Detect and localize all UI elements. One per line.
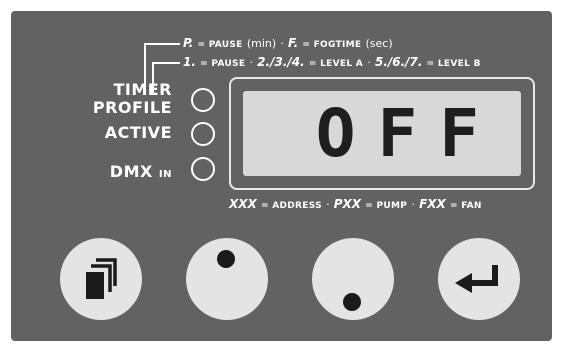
legend-separator: · bbox=[249, 56, 253, 69]
legend-desc: = PUMP bbox=[365, 201, 408, 211]
menu-icon bbox=[86, 258, 117, 299]
legend-key: PXX bbox=[333, 197, 362, 211]
down-button[interactable] bbox=[312, 238, 394, 320]
legend-separator: · bbox=[280, 37, 284, 50]
legend-desc: = LEVEL B bbox=[426, 59, 481, 69]
legend-key: XXX bbox=[229, 197, 257, 211]
legend-desc: = ADDRESS bbox=[260, 201, 322, 211]
enter-button[interactable] bbox=[438, 238, 520, 320]
legend-key: P. bbox=[183, 36, 194, 50]
dmx-label-sub: IN bbox=[158, 169, 172, 180]
active-label: ACTIVE bbox=[104, 123, 172, 142]
legend-separator: · bbox=[411, 198, 415, 211]
legend-unit: (min) bbox=[246, 37, 277, 50]
dmx-label-text: DMX bbox=[109, 162, 153, 181]
legend-desc: = PAUSE bbox=[200, 59, 246, 69]
profile-label: PROFILE bbox=[92, 98, 172, 117]
legend-key: 1. bbox=[183, 55, 196, 69]
display-frame: OFF bbox=[229, 77, 535, 190]
active-led-indicator bbox=[191, 122, 215, 146]
legend-desc: = LEVEL A bbox=[308, 59, 364, 69]
display-screen: OFF bbox=[243, 91, 521, 176]
legend-desc: = PAUSE bbox=[197, 40, 243, 50]
legend-key: 5./6./7. bbox=[374, 55, 423, 69]
profile-legend: 1. = PAUSE · 2./3./4. = LEVEL A · 5./6./… bbox=[183, 55, 481, 71]
legend-unit: (sec) bbox=[365, 37, 393, 50]
dot-up-icon bbox=[217, 250, 235, 268]
legend-key: 2./3./4. bbox=[257, 55, 305, 69]
timer-profile-led-indicator bbox=[191, 88, 215, 112]
up-button[interactable] bbox=[186, 238, 268, 320]
legend-key: F. bbox=[288, 36, 299, 50]
legend-separator: · bbox=[326, 198, 330, 211]
legend-separator: · bbox=[367, 56, 371, 69]
dmx-in-label: DMX IN bbox=[110, 163, 172, 184]
dmx-in-led-indicator bbox=[191, 157, 215, 181]
display-readout: OFF bbox=[315, 94, 501, 172]
control-panel: P. = PAUSE (min) · F. = FOGTIME (sec) 1.… bbox=[11, 11, 552, 341]
menu-button[interactable] bbox=[60, 238, 142, 320]
legend-desc: = FOGTIME bbox=[302, 40, 362, 50]
timer-label: TIMER bbox=[113, 80, 172, 99]
dot-down-icon bbox=[343, 293, 361, 311]
timer-legend: P. = PAUSE (min) · F. = FOGTIME (sec) bbox=[183, 36, 393, 52]
legend-key: FXX bbox=[419, 197, 446, 211]
legend-desc: = FAN bbox=[449, 201, 482, 211]
display-legend: XXX = ADDRESS · PXX = PUMP · FXX = FAN bbox=[229, 197, 482, 213]
enter-icon bbox=[455, 265, 498, 293]
